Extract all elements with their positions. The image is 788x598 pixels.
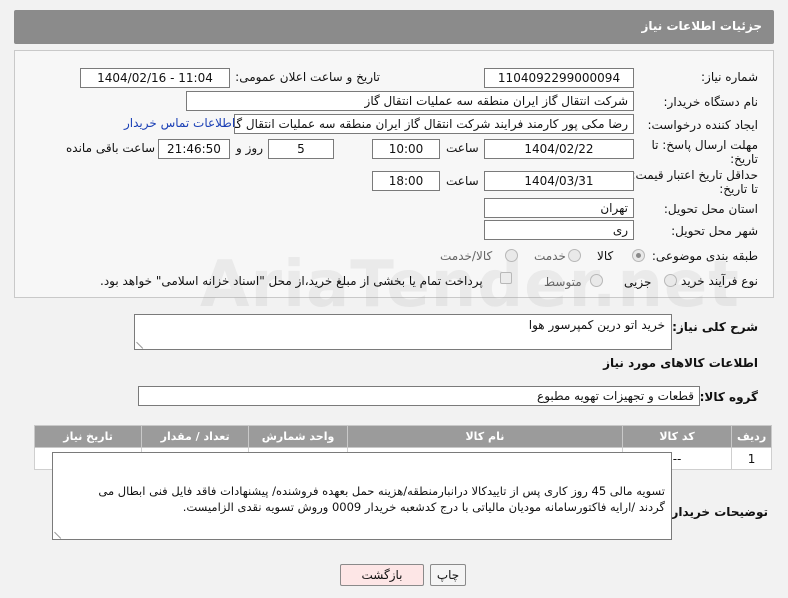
goods-table-header: ردیف کد کالا نام کالا واحد شمارش تعداد /… xyxy=(33,425,772,448)
process-radio-medium[interactable] xyxy=(590,274,603,287)
page-header: جزئیات اطلاعات نیاز xyxy=(14,10,774,44)
col-row: ردیف xyxy=(731,425,772,448)
col-code: کد کالا xyxy=(621,425,733,448)
treasury-payment-note: پرداخت تمام یا بخشی از مبلغ خرید،از محل … xyxy=(100,274,483,288)
announce-date-field[interactable]: 1404/02/16 - 11:04 xyxy=(80,68,230,88)
process-label: نوع فرآیند خرید : xyxy=(673,274,758,288)
category-radio-goods-service[interactable] xyxy=(505,249,518,262)
category-radio-goods[interactable] xyxy=(632,249,645,262)
validity-label-date: تا تاریخ: xyxy=(719,182,758,196)
treasury-payment-checkbox[interactable] xyxy=(500,272,512,284)
buyer-label: نام دستگاه خریدار: xyxy=(663,95,759,109)
city-label: شهر محل تحویل: xyxy=(671,224,758,238)
validity-time-field[interactable]: 18:00 xyxy=(372,171,440,191)
process-option-medium: متوسط xyxy=(544,275,582,289)
col-date: تاریخ نیاز xyxy=(33,425,143,448)
remaining-time-field[interactable]: 21:46:50 xyxy=(158,139,230,159)
process-option-minor: جزیی xyxy=(624,275,652,289)
deadline-time-field[interactable]: 10:00 xyxy=(372,139,440,159)
goods-group-label: گروه کالا: xyxy=(699,390,758,404)
buyer-notes-line-2: گردند /ارایه فاکتورسامانه مودیان مالیاتی… xyxy=(182,500,665,514)
category-option-goods: کالا xyxy=(597,249,614,263)
buyer-notes-line-1: تسویه مالی 45 روز کاری پس از تاییدکالا د… xyxy=(98,484,665,498)
validity-date-field[interactable]: 1404/03/31 xyxy=(484,171,634,191)
print-button[interactable]: چاپ xyxy=(430,564,466,586)
validity-label: حداقل تاریخ اعتبار قیمت: xyxy=(631,168,758,182)
goods-section-title: اطلاعات کالاهای مورد نیاز xyxy=(603,356,758,370)
need-number-field[interactable]: 1104092299000094 xyxy=(484,68,634,88)
goods-group-field[interactable]: قطعات و تجهیزات تهویه مطبوع xyxy=(138,386,700,406)
buyer-field[interactable]: شرکت انتقال گاز ایران منطقه سه عملیات ان… xyxy=(186,91,634,111)
cell-row: 1 xyxy=(731,447,772,470)
category-label: طبقه بندی موضوعی: xyxy=(651,249,758,263)
province-field[interactable]: تهران xyxy=(484,198,634,218)
creator-label: ایجاد کننده درخواست: xyxy=(647,118,758,132)
province-label: استان محل تحویل: xyxy=(663,202,758,216)
col-qty: تعداد / مقدار xyxy=(141,425,250,448)
days-label: روز و xyxy=(236,141,263,155)
description-text: خرید اتو درین کمپرسور هوا xyxy=(528,318,665,332)
deadline-label: مهلت ارسال پاسخ: تا xyxy=(651,138,758,152)
city-field[interactable]: ری xyxy=(484,220,634,240)
description-label: شرح کلی نیاز: xyxy=(672,320,758,334)
process-radio-minor[interactable] xyxy=(664,274,677,287)
creator-field[interactable]: رضا مکی پور کارمند فرایند شرکت انتقال گا… xyxy=(234,114,634,134)
remaining-days-field[interactable]: 5 xyxy=(268,139,334,159)
need-number-label: شماره نیاز: xyxy=(701,70,758,84)
category-radio-service[interactable] xyxy=(568,249,581,262)
page-title: جزئیات اطلاعات نیاز xyxy=(641,19,762,33)
announce-date-label: تاریخ و ساعت اعلان عمومی: xyxy=(235,70,380,84)
remaining-label: ساعت باقی مانده xyxy=(66,141,156,155)
category-option-service: خدمت xyxy=(534,249,566,263)
deadline-label-date: تاریخ: xyxy=(730,152,758,166)
col-unit: واحد شمارش xyxy=(248,425,348,448)
back-button[interactable]: بازگشت xyxy=(340,564,424,586)
col-name: نام کالا xyxy=(346,425,623,448)
description-field[interactable]: خرید اتو درین کمپرسور هوا xyxy=(134,314,672,350)
deadline-hour-label: ساعت xyxy=(446,141,479,155)
buyer-notes-label: توضیحات خریدار: xyxy=(666,505,768,519)
buyer-notes-field[interactable]: تسویه مالی 45 روز کاری پس از تاییدکالا د… xyxy=(52,452,672,540)
validity-hour-label: ساعت xyxy=(446,174,479,188)
deadline-date-field[interactable]: 1404/02/22 xyxy=(484,139,634,159)
buyer-contact-link[interactable]: اطلاعات تماس خریدار xyxy=(124,116,235,130)
category-option-goods-service: کالا/خدمت xyxy=(440,249,493,263)
